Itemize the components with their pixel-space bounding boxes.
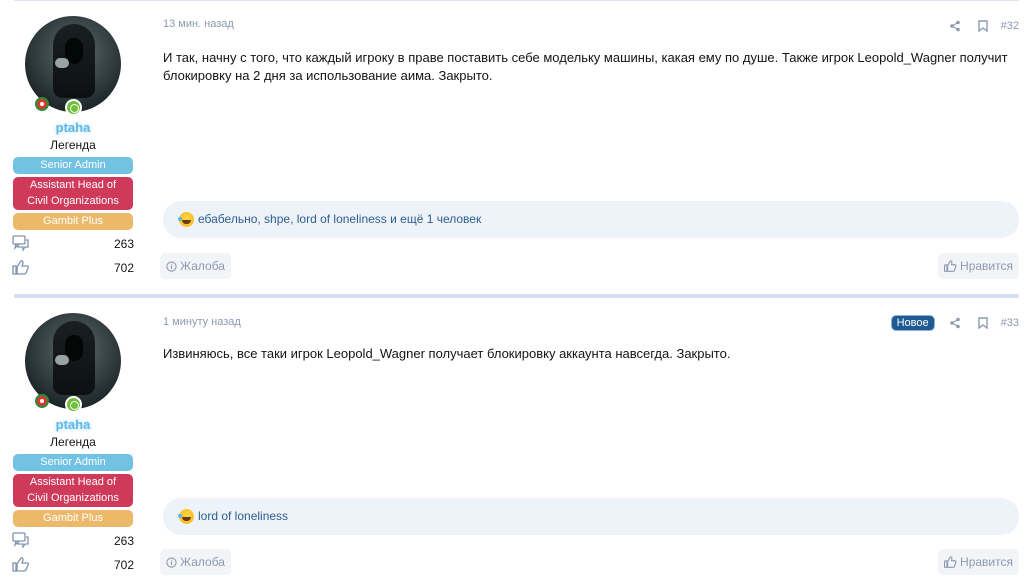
laughing-emoji-icon — [178, 212, 194, 227]
speech-bubbles-icon — [12, 532, 29, 548]
laughing-emoji-icon — [178, 509, 194, 524]
share-icon[interactable] — [941, 315, 969, 331]
banner-gambit-plus: Gambit Plus — [13, 213, 133, 230]
like-button[interactable]: Нравится — [938, 549, 1019, 575]
likes-stat: 702 — [12, 556, 134, 574]
share-icon[interactable] — [941, 18, 969, 34]
banner-line: Civil Organizations — [27, 195, 119, 207]
message-line: И так, начну с того, что каждый игроку в… — [163, 50, 1008, 65]
award-badge-icon — [35, 394, 49, 408]
username[interactable]: ptaha — [12, 120, 134, 135]
post: ptaha Легенда Senior Admin Assistant Hea… — [0, 297, 1029, 588]
online-status-icon — [65, 99, 82, 116]
bookmark-icon[interactable] — [969, 315, 997, 331]
info-icon — [166, 260, 177, 272]
post-number[interactable]: #33 — [1001, 317, 1019, 329]
thumbs-up-icon — [12, 557, 29, 572]
banner-senior-admin: Senior Admin — [13, 454, 133, 471]
messages-count: 263 — [113, 237, 134, 251]
online-status-icon — [65, 396, 82, 413]
reactions-list[interactable]: lord of loneliness — [198, 509, 288, 523]
reactions-list[interactable]: ебабельно, shpe, lord of loneliness и ещ… — [198, 212, 481, 226]
thumbs-up-icon — [12, 260, 29, 275]
thumbs-up-icon — [944, 260, 957, 272]
thumbs-up-icon — [944, 556, 957, 568]
report-label: Жалоба — [180, 259, 225, 273]
messages-count: 263 — [113, 534, 134, 548]
banner-line: Civil Organizations — [27, 492, 119, 504]
post-actions: #32 — [941, 18, 1019, 34]
message-line: Извиняюсь, все таки игрок Leopold_Wagner… — [163, 346, 731, 361]
post-date[interactable]: 13 мин. назад — [163, 18, 234, 30]
report-button[interactable]: Жалоба — [160, 549, 231, 575]
post-body: 13 мин. назад #32 И так, начну с того, ч… — [160, 0, 1019, 292]
post-message: И так, начну с того, что каждый игроку в… — [163, 49, 1019, 85]
post-number[interactable]: #32 — [1001, 20, 1019, 32]
bookmark-icon[interactable] — [969, 18, 997, 34]
banner-senior-admin: Senior Admin — [13, 157, 133, 174]
messages-stat: 263 — [12, 235, 134, 253]
likes-count: 702 — [113, 558, 134, 572]
banner-assistant-head: Assistant Head of Civil Organizations — [13, 474, 133, 507]
speech-bubbles-icon — [12, 235, 29, 251]
report-button[interactable]: Жалоба — [160, 253, 231, 279]
like-label: Нравится — [960, 555, 1013, 569]
user-title: Легенда — [50, 435, 96, 449]
post-actions: Новое #33 — [890, 315, 1019, 331]
post-message: Извиняюсь, все таки игрок Leopold_Wagner… — [163, 345, 1019, 363]
post: ptaha Легенда Senior Admin Assistant Hea… — [0, 0, 1029, 292]
banner-gambit-plus: Gambit Plus — [13, 510, 133, 527]
messages-stat: 263 — [12, 532, 134, 550]
info-icon — [166, 556, 177, 568]
post-body: 1 минуту назад Новое #33 Извиняюсь, все … — [160, 297, 1019, 588]
post-date[interactable]: 1 минуту назад — [163, 316, 241, 328]
message-line: блокировку на 2 дня за использование аим… — [163, 68, 493, 83]
user-title: Легенда — [50, 138, 96, 152]
banner-line: Assistant Head of — [29, 179, 117, 191]
reactions-bar[interactable]: lord of loneliness — [163, 498, 1019, 535]
new-badge: Новое — [890, 315, 935, 331]
likes-count: 702 — [113, 261, 134, 275]
username[interactable]: ptaha — [12, 417, 134, 432]
like-label: Нравится — [960, 259, 1013, 273]
reactions-bar[interactable]: ебабельно, shpe, lord of loneliness и ещ… — [163, 201, 1019, 238]
report-label: Жалоба — [180, 555, 225, 569]
banner-assistant-head: Assistant Head of Civil Organizations — [13, 177, 133, 210]
likes-stat: 702 — [12, 259, 134, 277]
award-badge-icon — [35, 97, 49, 111]
like-button[interactable]: Нравится — [938, 253, 1019, 279]
banner-line: Assistant Head of — [29, 476, 117, 488]
